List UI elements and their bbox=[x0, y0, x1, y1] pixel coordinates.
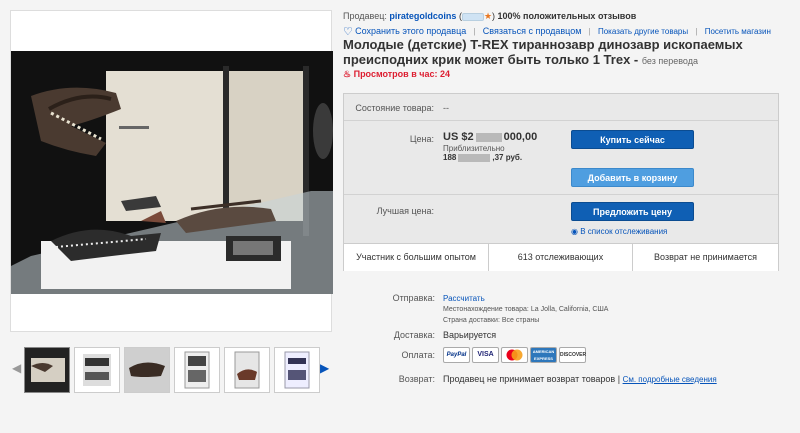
chevron-left-icon[interactable]: ◀ bbox=[12, 361, 21, 375]
rub-mask bbox=[458, 153, 491, 162]
ship-to-value: Все страны bbox=[501, 317, 540, 324]
approx-label: Приблизительно bbox=[443, 144, 505, 153]
thumbnail-1[interactable] bbox=[24, 347, 70, 393]
thumbnail-3[interactable] bbox=[124, 347, 170, 393]
ship-to-label: Страна доставки: bbox=[443, 317, 500, 324]
shipping-calculate-link[interactable]: Рассчитать bbox=[443, 294, 485, 303]
listing-title: Молодые (детские) T-REX тираннозавр дино… bbox=[343, 37, 783, 69]
thumbnail-4[interactable] bbox=[174, 347, 220, 393]
views-per-hour: ♨ Просмотров в час: 24 bbox=[343, 69, 450, 80]
price-prefix: US $2 bbox=[443, 131, 474, 143]
save-seller-link[interactable]: Сохранить этого продавца bbox=[355, 26, 466, 36]
visa-logo: VISA bbox=[472, 347, 499, 363]
divider bbox=[344, 194, 778, 195]
main-photo[interactable] bbox=[11, 51, 333, 294]
thumbnail-strip: ◀ ▶ bbox=[10, 347, 332, 393]
item-location: Местонахождение товара: La Jolla, Califo… bbox=[443, 306, 608, 313]
watchlist-link[interactable]: ◉ В список отслеживания bbox=[571, 227, 667, 236]
payment-label: Оплата: bbox=[401, 350, 435, 360]
feedback-score-mask bbox=[461, 12, 484, 21]
seller-name-link[interactable]: pirategoldcoins bbox=[389, 11, 456, 21]
item-location-value: La Jolla, California, США bbox=[530, 306, 609, 313]
seller-info: Продавец: pirategoldcoins (★) 100% полож… bbox=[343, 11, 636, 22]
seller-label: Продавец: bbox=[343, 11, 387, 21]
returns-value: Продавец не принимает возврат товаров | … bbox=[443, 374, 717, 384]
return-details-link[interactable]: См. подробные сведения bbox=[623, 375, 717, 384]
separator: | bbox=[695, 27, 698, 36]
add-to-cart-button[interactable]: Добавить в корзину bbox=[571, 168, 694, 187]
thumbnail-5-image bbox=[225, 348, 269, 392]
item-location-label: Местонахождение товара: bbox=[443, 306, 529, 313]
delivery-label: Доставка: bbox=[393, 330, 435, 340]
rub-suffix: ,37 руб. bbox=[492, 153, 523, 162]
translation-note: без перевода bbox=[641, 56, 698, 66]
flame-icon: ♨ bbox=[343, 69, 352, 79]
eye-icon: ◉ bbox=[571, 227, 578, 236]
shipping-label: Отправка: bbox=[392, 293, 435, 303]
views-per-hour-text: Просмотров в час: 24 bbox=[353, 69, 450, 79]
feedback-score-close-paren: ) bbox=[492, 11, 496, 21]
price-label: Цена: bbox=[409, 134, 434, 144]
rub-price: 188 ,37 руб. bbox=[443, 153, 522, 162]
paypal-logo: PayPal bbox=[443, 347, 470, 363]
thumbnail-5[interactable] bbox=[224, 347, 270, 393]
chevron-right-icon[interactable]: ▶ bbox=[320, 361, 329, 375]
discover-logo: DISCOVER bbox=[559, 347, 586, 363]
seller-feedback: 100% положительных отзывов bbox=[497, 11, 637, 21]
thumbnail-6-image bbox=[275, 348, 319, 392]
thumbnail-6[interactable] bbox=[274, 347, 320, 393]
main-photo-panel bbox=[10, 10, 333, 332]
trex-skull-display-image bbox=[11, 51, 333, 294]
contact-seller-link[interactable]: Связаться с продавцом bbox=[483, 26, 582, 36]
condition-label: Состояние товара: bbox=[355, 103, 434, 113]
best-offer-label: Лучшая цена: bbox=[376, 206, 434, 216]
stats-bar: Участник с большим опытом 613 отслеживаю… bbox=[344, 243, 778, 271]
watchlist-link-label: В список отслеживания bbox=[580, 227, 668, 236]
stat-returns: Возврат не принимается bbox=[654, 252, 757, 262]
separator: | bbox=[588, 27, 591, 36]
delivery-value: Варьируется bbox=[443, 330, 497, 340]
ship-to-countries: Страна доставки: Все страны bbox=[443, 317, 539, 324]
make-offer-button[interactable]: Предложить цену bbox=[571, 202, 694, 221]
price-value: US $2 000,00 bbox=[443, 131, 537, 143]
stat-watchers: 613 отслеживающих bbox=[489, 244, 633, 271]
price-mask bbox=[475, 132, 502, 142]
thumbnail-1-image bbox=[25, 348, 69, 392]
price-suffix: 000,00 bbox=[503, 131, 538, 143]
stat-experienced-seller: Участник с большим опытом bbox=[344, 244, 489, 271]
divider bbox=[344, 120, 778, 121]
mastercard-logo bbox=[501, 347, 528, 363]
star-icon: ★ bbox=[483, 11, 493, 21]
amex-logo: AMERICAN EXPRESS bbox=[530, 347, 557, 363]
rub-prefix: 188 bbox=[443, 153, 457, 162]
visit-store-link[interactable]: Посетить магазин bbox=[705, 27, 771, 36]
thumbnail-3-image bbox=[125, 348, 169, 392]
thumbnail-2[interactable] bbox=[74, 347, 120, 393]
returns-policy-text: Продавец не принимает возврат товаров | bbox=[443, 374, 621, 384]
condition-value: -- bbox=[443, 103, 449, 113]
thumbnail-2-image bbox=[75, 348, 119, 392]
other-items-link[interactable]: Показать другие товары bbox=[598, 27, 688, 36]
mastercard-circles bbox=[506, 349, 523, 361]
returns-label: Возврат: bbox=[398, 374, 435, 384]
buy-box: Состояние товара: -- Цена: US $2 000,00 П… bbox=[343, 93, 779, 271]
buy-now-button[interactable]: Купить сейчас bbox=[571, 130, 694, 149]
thumbnail-4-image bbox=[175, 348, 219, 392]
separator: | bbox=[473, 27, 476, 36]
